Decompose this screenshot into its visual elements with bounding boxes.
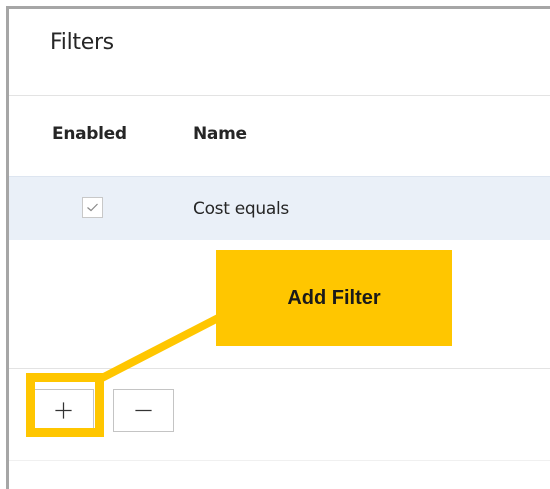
callout-box: Add Filter [216, 250, 452, 346]
callout-highlight [26, 373, 104, 437]
callout-label: Add Filter [287, 287, 381, 309]
filters-panel: Filters Enabled Name Cost equals Add Fil… [0, 0, 550, 489]
